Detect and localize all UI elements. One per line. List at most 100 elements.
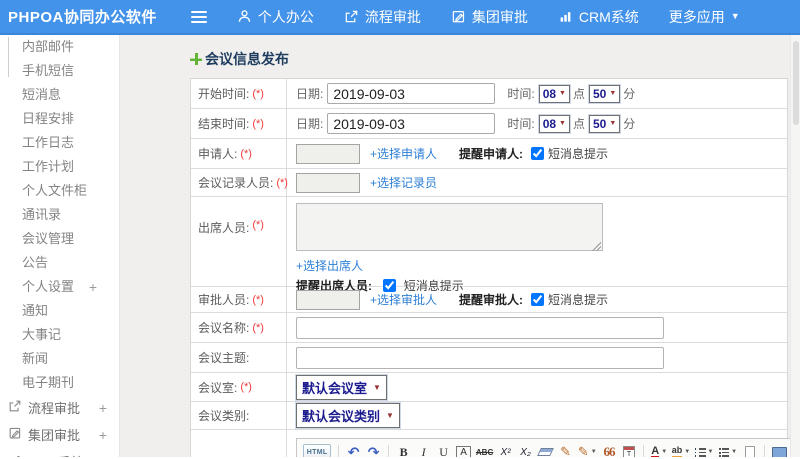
sidebar-item-short-message[interactable]: 短消息 xyxy=(0,83,119,107)
sidebar-item-work-plan[interactable]: 工作计划 xyxy=(0,155,119,179)
toolbar-separator xyxy=(338,445,340,457)
chevron-down-icon: ▼ xyxy=(730,11,740,21)
hamburger-menu-icon[interactable] xyxy=(190,10,207,23)
sidebar-item-schedule[interactable]: 日程安排 xyxy=(0,107,119,131)
expand-plus-icon[interactable]: + xyxy=(99,395,107,422)
sidebar-scrollbar[interactable] xyxy=(8,37,9,77)
nav-personal-office[interactable]: 个人办公 xyxy=(237,7,314,27)
expand-plus-icon[interactable]: + xyxy=(99,449,107,457)
end-hour-select[interactable]: 08 ▼ xyxy=(538,114,570,133)
highlight-color-button[interactable]: ab ▼ xyxy=(671,444,690,457)
new-page-icon[interactable] xyxy=(742,444,757,457)
sidebar-item-notification[interactable]: 通知 xyxy=(0,299,119,323)
start-date-input[interactable] xyxy=(327,83,496,104)
sidebar-item-milestones[interactable]: 大事记 xyxy=(0,323,119,347)
form-row-applicant: 申请人: (*) +选择申请人 提醒申请人: 短消息提示 xyxy=(191,139,787,169)
sidebar-item-news[interactable]: 新闻 xyxy=(0,347,119,371)
toolbar-separator xyxy=(764,445,765,457)
approver-input[interactable] xyxy=(296,289,360,310)
sidebar-item-e-journal[interactable]: 电子期刊 xyxy=(0,371,119,395)
sidebar-item-sms[interactable]: 手机短信 xyxy=(0,59,119,83)
blockquote-button[interactable]: 66 xyxy=(601,444,616,457)
form-row-start-time: 开始时间:(*) 日期: 时间: 08▼ 点 50▼ 分 xyxy=(191,79,787,109)
start-hour-select[interactable]: 08 ▼ xyxy=(538,84,570,103)
choose-attendees-link[interactable]: +选择出席人 xyxy=(296,257,363,274)
format-painter-icon[interactable]: ✎ ▼ xyxy=(578,444,597,457)
nav-more-apps[interactable]: 更多应用 ▼ xyxy=(669,7,740,27)
insert-datetime-icon[interactable]: T xyxy=(621,444,636,457)
sidebar-group-process-approval[interactable]: 流程审批 + xyxy=(0,395,119,422)
clean-format-brush-icon[interactable]: ✎ xyxy=(558,444,573,457)
form-row-approver: 审批人员: (*) +选择审批人 提醒审批人: 短消息提示 xyxy=(191,287,787,313)
meeting-category-select[interactable]: 默认会议类别 ▼ xyxy=(296,403,400,428)
meeting-subject-input[interactable] xyxy=(296,346,664,369)
form-row-meeting-name: 会议名称: (*) xyxy=(191,313,787,343)
sidebar-item-meeting-management[interactable]: 会议管理 xyxy=(0,227,119,251)
nav-process-approval[interactable]: 流程审批 xyxy=(344,7,421,27)
recorder-input[interactable] xyxy=(296,172,360,193)
unordered-list-button[interactable]: ▼ xyxy=(718,444,737,457)
attendees-textarea[interactable] xyxy=(296,203,603,251)
subscript-button[interactable]: X₂ xyxy=(518,444,533,458)
page-scrollbar-thumb[interactable] xyxy=(793,41,799,125)
choose-recorder-link[interactable]: +选择记录员 xyxy=(370,174,437,191)
ordered-list-button[interactable]: ▼ xyxy=(694,444,714,457)
select-arrow-icon: ▼ xyxy=(609,120,617,127)
end-minute-select[interactable]: 50 ▼ xyxy=(589,114,621,133)
page-scrollbar[interactable] xyxy=(790,35,800,457)
sidebar-item-work-log[interactable]: 工作日志 xyxy=(0,131,119,155)
form-row-recorder: 会议记录人员: (*) +选择记录员 xyxy=(191,169,787,197)
italic-button[interactable]: I xyxy=(416,444,431,458)
main-content: 会议信息发布 开始时间:(*) 日期: 时间: 08▼ 点 50▼ 分 xyxy=(120,35,800,457)
rich-text-editor: HTML ↶ ↷ B I U A ABC X² X₂ ✎ ✎ ▼ 66 T A … xyxy=(296,438,794,457)
edit-icon xyxy=(8,422,22,449)
expand-plus-icon[interactable]: + xyxy=(89,275,97,299)
page-title: 会议信息发布 xyxy=(190,49,788,69)
sidebar-item-announcement[interactable]: 公告 xyxy=(0,251,119,275)
form-row-attendees: 出席人员: (*) +选择出席人 提醒出席人员: 短消息提示 xyxy=(191,197,787,293)
meeting-name-input[interactable] xyxy=(296,316,664,339)
sidebar-group-crm-system[interactable]: CRM系统 + xyxy=(0,449,119,457)
sidebar: 内部邮件 手机短信 短消息 日程安排 工作日志 工作计划 个人文件柜 通讯录 会… xyxy=(0,35,120,457)
sidebar-item-personal-settings[interactable]: 个人设置 + xyxy=(0,275,119,299)
nav-crm-system[interactable]: CRM系统 xyxy=(558,7,639,27)
meeting-room-select[interactable]: 默认会议室 ▼ xyxy=(296,374,387,400)
meeting-form: 开始时间:(*) 日期: 时间: 08▼ 点 50▼ 分 结束时间:(*) 日期… xyxy=(190,78,794,457)
bold-button[interactable]: B xyxy=(396,444,411,458)
user-icon xyxy=(237,9,252,24)
toolbar-separator xyxy=(643,445,645,457)
form-row-meeting-room: 会议室: (*) 默认会议室 ▼ xyxy=(191,373,787,402)
choose-applicant-link[interactable]: +选择申请人 xyxy=(370,145,437,162)
date-label: 日期: xyxy=(296,87,324,101)
app-brand[interactable]: PHPOA协同办公软件 xyxy=(0,6,157,27)
html-source-button[interactable]: HTML xyxy=(303,444,332,457)
eraser-icon[interactable] xyxy=(537,444,554,457)
fullscreen-preview-icon[interactable] xyxy=(771,444,787,457)
sidebar-item-contacts[interactable]: 通讯录 xyxy=(0,203,119,227)
undo-icon[interactable]: ↶ xyxy=(346,444,361,458)
strikethrough-button[interactable]: ABC xyxy=(476,444,493,457)
redo-icon[interactable]: ↷ xyxy=(366,444,381,458)
sidebar-item-internal-mail[interactable]: 内部邮件 xyxy=(0,35,119,59)
choose-approver-link[interactable]: +选择审批人 xyxy=(370,291,437,308)
editor-toolbar: HTML ↶ ↷ B I U A ABC X² X₂ ✎ ✎ ▼ 66 T A … xyxy=(297,439,793,457)
start-minute-select[interactable]: 50 ▼ xyxy=(589,84,621,103)
edit-icon xyxy=(451,9,466,24)
date-label: 日期: xyxy=(296,117,324,131)
form-row-meeting-category: 会议类别: 默认会议类别 ▼ xyxy=(191,402,787,430)
font-color-button[interactable]: A ▼ xyxy=(651,444,667,457)
superscript-button[interactable]: X² xyxy=(498,444,513,458)
underline-button[interactable]: U xyxy=(436,444,451,458)
sidebar-item-file-cabinet[interactable]: 个人文件柜 xyxy=(0,179,119,203)
form-row-editor: HTML ↶ ↷ B I U A ABC X² X₂ ✎ ✎ ▼ 66 T A … xyxy=(191,430,794,457)
green-plus-icon xyxy=(190,53,202,65)
applicant-input[interactable] xyxy=(296,143,360,164)
font-button[interactable]: A xyxy=(456,445,472,457)
nav-group-approval[interactable]: 集团审批 xyxy=(451,7,528,27)
approver-sms-checkbox[interactable] xyxy=(531,293,545,306)
sidebar-group-group-approval[interactable]: 集团审批 + xyxy=(0,422,119,449)
expand-plus-icon[interactable]: + xyxy=(99,422,107,449)
end-date-input[interactable] xyxy=(327,113,496,134)
select-arrow-icon: ▼ xyxy=(559,120,566,127)
applicant-sms-checkbox[interactable] xyxy=(531,147,545,160)
